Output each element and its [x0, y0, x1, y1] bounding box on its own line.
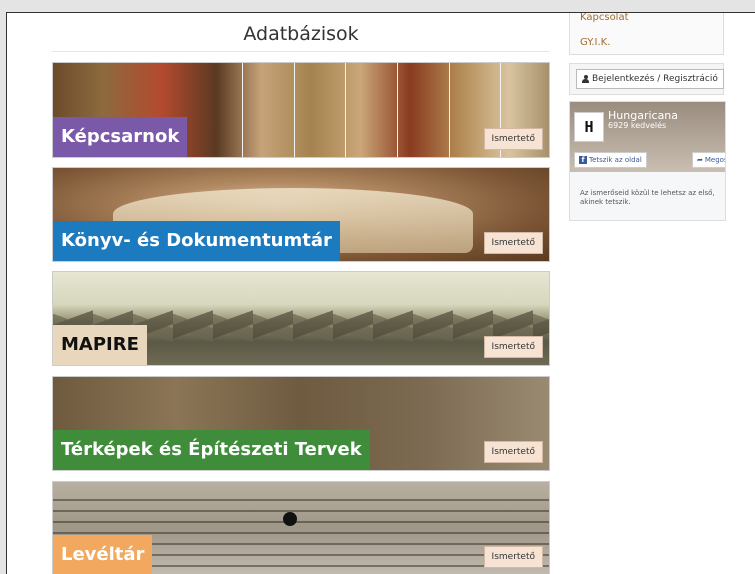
info-button-leveltar[interactable]: Ismertető — [483, 546, 543, 568]
wax-seal — [283, 512, 297, 526]
database-leveltar[interactable]: Levéltár Ismertető — [52, 481, 550, 574]
database-label-konyvtar: Könyv- és Dokumentumtár — [53, 221, 340, 261]
info-button-konyvtar[interactable]: Ismertető — [483, 232, 543, 254]
sidebar-menu: Kapcsolat GY.I.K. — [569, 13, 724, 55]
facebook-like-button[interactable]: f Tetszik az oldal — [574, 152, 647, 168]
facebook-widget: H Hungaricana 6929 kedvelés f Tetszik az… — [569, 101, 726, 221]
browser-viewport: Adatbázisok Képcsarnok Ismertető Könyv- … — [6, 12, 755, 574]
sidebar-link-kapcsolat[interactable]: Kapcsolat — [580, 13, 629, 23]
login-panel: Bejelentkezés / Regisztráció — [569, 63, 724, 95]
login-label: Bejelentkezés / Regisztráció — [592, 74, 718, 84]
facebook-like-count: 6929 kedvelés — [608, 121, 667, 130]
database-label-leveltar: Levéltár — [53, 535, 153, 574]
user-icon — [582, 75, 589, 83]
database-label-kepcsarnok: Képcsarnok — [53, 117, 188, 157]
info-button-mapire[interactable]: Ismertető — [483, 336, 543, 358]
facebook-share-button[interactable]: ➦ Megosztás — [692, 152, 725, 168]
database-kepcsarnok[interactable]: Képcsarnok Ismertető — [52, 62, 550, 158]
facebook-icon: f — [579, 156, 587, 164]
facebook-info-text: Az ismerőseid közül te lehetsz az első, … — [580, 189, 715, 206]
title-divider — [52, 51, 550, 52]
share-arrow-icon: ➦ — [697, 156, 703, 164]
database-label-mapire: MAPIRE — [53, 325, 147, 365]
database-mapire[interactable]: MAPIRE Ismertető — [52, 271, 550, 366]
database-label-terkepek: Térképek és Építészeti Tervek — [53, 430, 370, 470]
page-title: Adatbázisok — [243, 23, 359, 45]
database-konyvtar[interactable]: Könyv- és Dokumentumtár Ismertető — [52, 167, 550, 262]
login-button[interactable]: Bejelentkezés / Regisztráció — [576, 69, 724, 89]
facebook-like-label: Tetszik az oldal — [589, 156, 642, 164]
info-button-terkepek[interactable]: Ismertető — [483, 441, 543, 463]
database-terkepek[interactable]: Térképek és Építészeti Tervek Ismertető — [52, 376, 550, 471]
hungaricana-logo[interactable]: H — [574, 112, 604, 142]
info-button-kepcsarnok[interactable]: Ismertető — [483, 128, 543, 150]
sidebar-link-gyik[interactable]: GY.I.K. — [580, 37, 610, 48]
facebook-share-label: Megosztás — [704, 156, 725, 164]
